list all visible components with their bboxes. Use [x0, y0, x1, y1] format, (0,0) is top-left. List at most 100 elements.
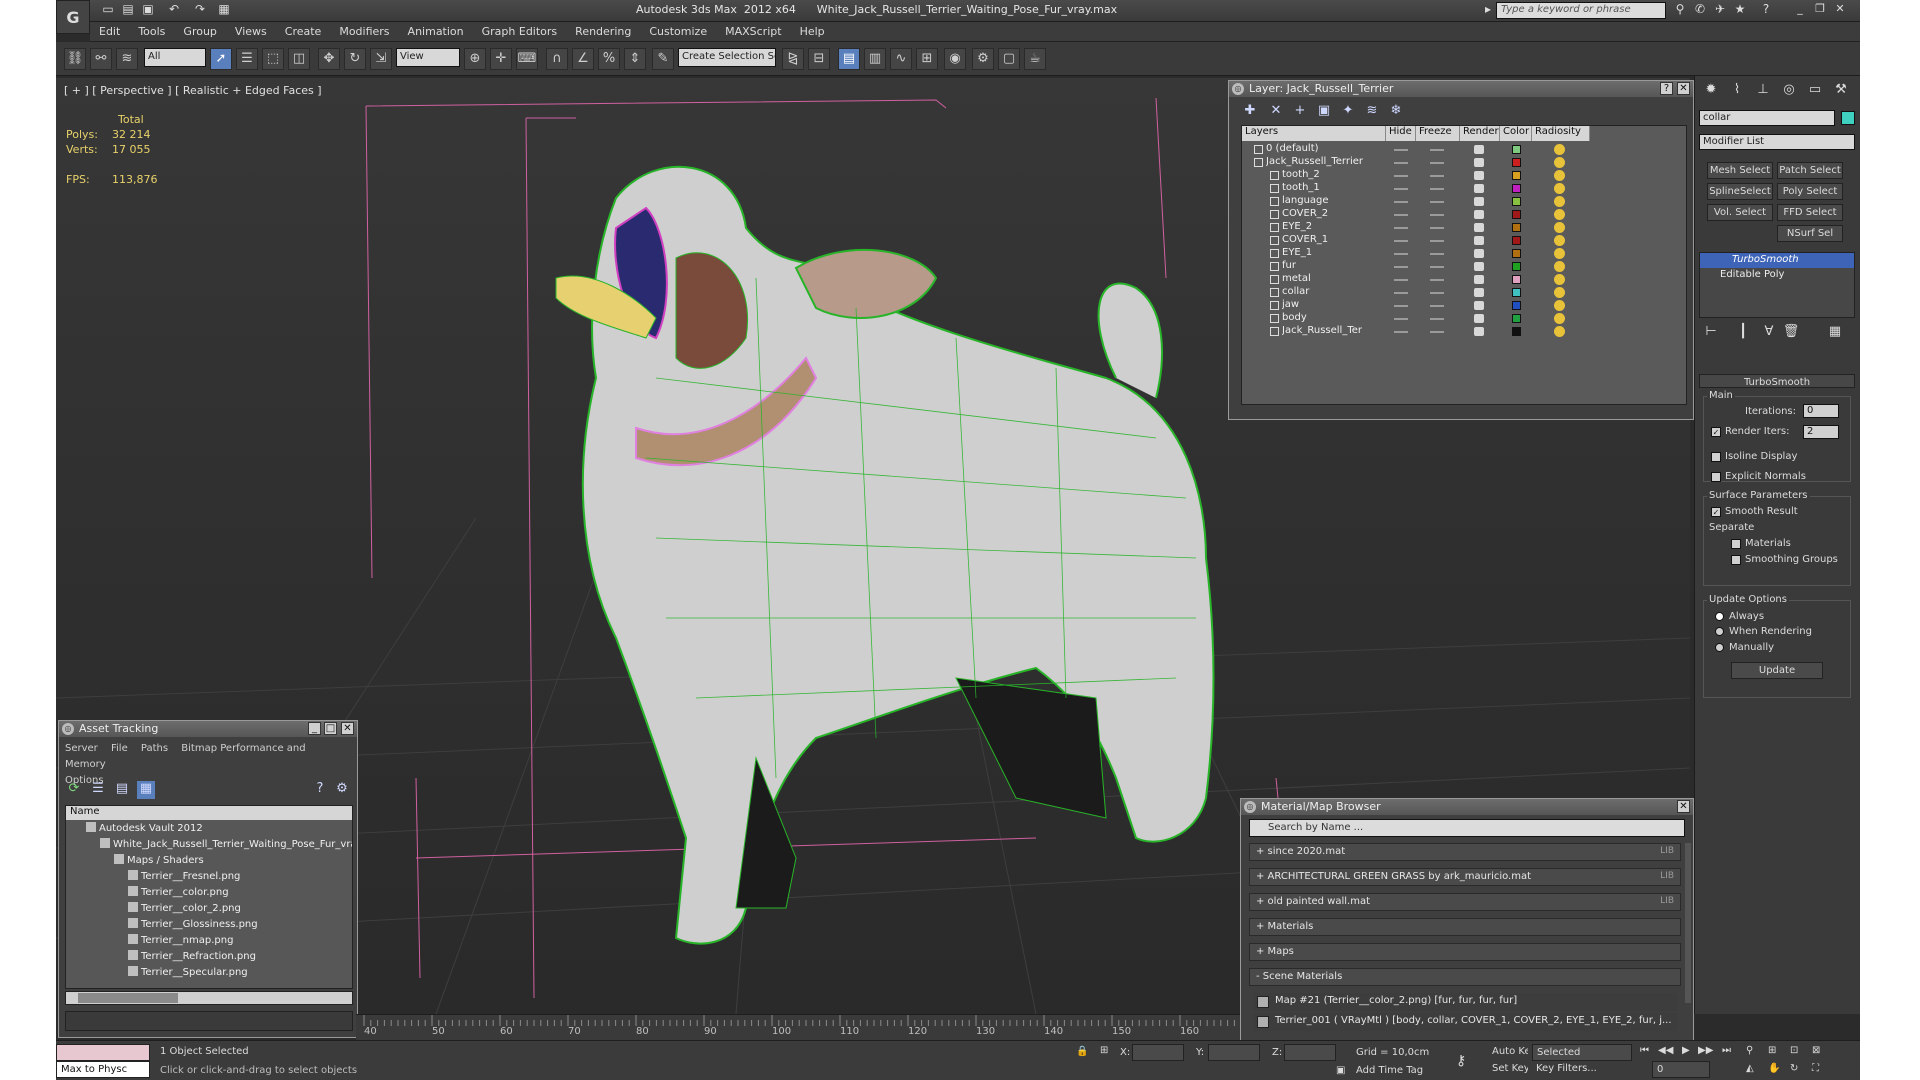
- layer-render-teapot-icon[interactable]: [1474, 197, 1484, 206]
- material-library-row[interactable]: + since 2020.mat LIB: [1249, 843, 1681, 861]
- reference-coordinate-dropdown[interactable]: View: [396, 48, 460, 67]
- asset-row[interactable]: Terrier__Fresnel.png: [128, 870, 240, 886]
- layer-render-teapot-icon[interactable]: [1474, 327, 1484, 336]
- maxscript-mini-listener[interactable]: Max to Physc: [56, 1061, 150, 1078]
- menu-views[interactable]: Views: [226, 22, 276, 41]
- layer-freeze-toggle[interactable]: [1430, 149, 1444, 151]
- col-color[interactable]: Color: [1500, 126, 1532, 141]
- asset-menu-server[interactable]: Server: [65, 743, 98, 754]
- remove-modifier-icon[interactable]: 🗑: [1781, 324, 1801, 344]
- material-library-row[interactable]: + ARCHITECTURAL GREEN GRASS by ark_mauri…: [1249, 868, 1681, 886]
- zoom-extents-icon[interactable]: ⊡: [1790, 1045, 1798, 1056]
- layer-color-swatch[interactable]: [1512, 171, 1521, 180]
- layer-color-swatch[interactable]: [1512, 275, 1521, 284]
- stack-item-turbosmooth[interactable]: TurboSmooth: [1700, 253, 1854, 268]
- layer-radiosity-icon[interactable]: [1554, 196, 1565, 207]
- layer-color-swatch[interactable]: [1512, 327, 1521, 336]
- layer-radiosity-icon[interactable]: [1554, 222, 1565, 233]
- asset-name-column[interactable]: Name: [66, 806, 352, 820]
- timeline-ruler[interactable]: 40 50 60 70 80 90 100 110 120 130 140 150 160: [356, 1014, 1240, 1040]
- freeze-all-layers-icon[interactable]: ❄: [1387, 103, 1405, 121]
- object-name-field[interactable]: collar: [1699, 110, 1835, 126]
- layer-radiosity-icon[interactable]: [1554, 235, 1565, 246]
- layer-hide-toggle[interactable]: [1394, 214, 1408, 216]
- material-library-row[interactable]: - Scene Materials: [1249, 968, 1681, 986]
- layer-radiosity-icon[interactable]: [1554, 209, 1565, 220]
- angle-snap-icon[interactable]: ∠: [572, 48, 594, 70]
- update-when-rendering-radio[interactable]: [1715, 627, 1724, 636]
- set-key-button[interactable]: Set Key: [1488, 1061, 1528, 1078]
- new-file-icon[interactable]: ▭: [100, 2, 116, 18]
- layer-name[interactable]: Jack_Russell_Terrier: [1266, 156, 1384, 167]
- stack-item-editable-poly[interactable]: Editable Poly: [1700, 268, 1854, 283]
- menu-help[interactable]: Help: [791, 22, 834, 41]
- menu-customize[interactable]: Customize: [640, 22, 716, 41]
- layer-radiosity-icon[interactable]: [1554, 157, 1565, 168]
- layer-name[interactable]: jaw: [1282, 299, 1400, 310]
- key-mode-dropdown[interactable]: Selected: [1532, 1044, 1632, 1061]
- layer-render-teapot-icon[interactable]: [1474, 145, 1484, 154]
- layer-render-teapot-icon[interactable]: [1474, 275, 1484, 284]
- maximize-viewport-icon[interactable]: ⛶: [1812, 1063, 1819, 1074]
- material-browser-close-button[interactable]: ✕: [1677, 800, 1690, 813]
- layer-name[interactable]: tooth_1: [1282, 182, 1400, 193]
- rotate-icon[interactable]: ↻: [344, 48, 366, 70]
- layer-radiosity-icon[interactable]: [1554, 261, 1565, 272]
- layer-freeze-toggle[interactable]: [1430, 305, 1444, 307]
- asset-maximize-button[interactable]: □: [324, 722, 337, 735]
- asset-row[interactable]: Autodesk Vault 2012: [86, 822, 203, 838]
- layer-freeze-toggle[interactable]: [1430, 227, 1444, 229]
- pan-icon[interactable]: ✋: [1768, 1063, 1780, 1074]
- layer-render-teapot-icon[interactable]: [1474, 314, 1484, 323]
- layer-render-teapot-icon[interactable]: [1474, 288, 1484, 297]
- material-library-row[interactable]: + Materials: [1249, 918, 1681, 936]
- layer-freeze-toggle[interactable]: [1430, 331, 1444, 333]
- pivot-center-icon[interactable]: ⊕: [464, 48, 486, 70]
- lock-selection-icon[interactable]: 🔒: [1076, 1046, 1088, 1057]
- layer-color-swatch[interactable]: [1512, 236, 1521, 245]
- save-icon[interactable]: ▣: [140, 2, 156, 18]
- curve-editor-icon[interactable]: ∿: [890, 48, 912, 70]
- y-coordinate-field[interactable]: [1208, 1044, 1260, 1061]
- layer-freeze-toggle[interactable]: [1430, 279, 1444, 281]
- layer-row[interactable]: Jack_Russell_Ter: [1242, 324, 1688, 340]
- move-icon[interactable]: ✥: [318, 48, 340, 70]
- update-always-radio[interactable]: [1715, 612, 1724, 621]
- edit-named-selection-icon[interactable]: ✎: [652, 48, 674, 70]
- layer-freeze-toggle[interactable]: [1430, 175, 1444, 177]
- binoculars-icon[interactable]: ⚲: [1672, 2, 1688, 18]
- material-search-input[interactable]: Search by Name ...: [1249, 819, 1685, 837]
- subscription-icon[interactable]: ✆: [1692, 2, 1708, 18]
- layer-render-teapot-icon[interactable]: [1474, 262, 1484, 271]
- col-layers[interactable]: Layers: [1242, 126, 1386, 141]
- menu-tools[interactable]: Tools: [129, 22, 174, 41]
- layer-name[interactable]: body: [1282, 312, 1400, 323]
- material-library-row[interactable]: + Maps: [1249, 943, 1681, 961]
- update-button[interactable]: Update: [1731, 662, 1823, 679]
- asset-row[interactable]: Terrier__Specular.png: [128, 966, 248, 982]
- play-icon[interactable]: ▶: [1682, 1045, 1690, 1056]
- close-icon[interactable]: ✕: [1832, 2, 1848, 18]
- viewport-label[interactable]: [ + ] [ Perspective ] [ Realistic + Edge…: [64, 84, 322, 97]
- spinner-snap-icon[interactable]: ⇕: [624, 48, 646, 70]
- layer-freeze-toggle[interactable]: [1430, 162, 1444, 164]
- layer-hide-toggle[interactable]: [1394, 292, 1408, 294]
- layer-name[interactable]: Jack_Russell_Ter: [1282, 325, 1400, 336]
- patch-select-button[interactable]: Patch Select: [1777, 162, 1843, 179]
- layer-color-swatch[interactable]: [1512, 210, 1521, 219]
- asset-settings-icon[interactable]: ⚙: [333, 781, 351, 799]
- orbit-icon[interactable]: ↻: [1790, 1063, 1798, 1074]
- project-folder-icon[interactable]: ▦: [216, 2, 232, 18]
- layer-hide-toggle[interactable]: [1394, 149, 1408, 151]
- mirror-icon[interactable]: ⧎: [782, 48, 804, 70]
- select-objects-in-layer-icon[interactable]: ▣: [1315, 103, 1333, 121]
- layer-radiosity-icon[interactable]: [1554, 274, 1565, 285]
- asset-help-icon[interactable]: ?: [311, 781, 329, 799]
- layer-render-teapot-icon[interactable]: [1474, 249, 1484, 258]
- minimize-icon[interactable]: _: [1792, 2, 1808, 18]
- iterations-spinner[interactable]: 0: [1803, 404, 1839, 418]
- layer-name[interactable]: collar: [1282, 286, 1400, 297]
- layer-color-swatch[interactable]: [1512, 249, 1521, 258]
- layer-radiosity-icon[interactable]: [1554, 248, 1565, 259]
- menu-group[interactable]: Group: [174, 22, 226, 41]
